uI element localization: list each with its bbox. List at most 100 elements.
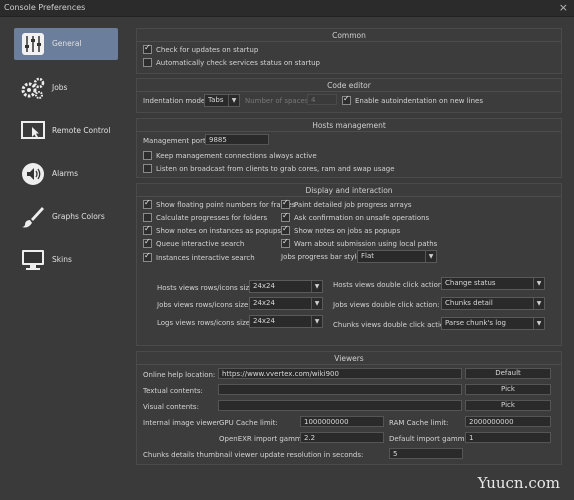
sidebar-item-label: General xyxy=(52,39,82,48)
checkbox-box[interactable] xyxy=(143,151,152,160)
queue-search-checkbox[interactable]: Queue interactive search xyxy=(143,237,244,248)
chevron-down-icon: ▼ xyxy=(533,278,544,289)
title-bar: Console Preferences × xyxy=(0,0,574,17)
exr-gamma-label: OpenEXR import gamma: xyxy=(219,435,309,443)
default-button[interactable]: Default xyxy=(465,368,551,379)
spaces-label: Number of spaces: xyxy=(245,97,311,105)
default-gamma-input[interactable]: 1 xyxy=(465,432,551,443)
auto-indent-checkbox[interactable]: Enable autoindentation on new lines xyxy=(342,94,483,105)
jobs-size-label: Jobs views rows/icons size: xyxy=(157,301,251,309)
select-value: Flat xyxy=(361,252,375,260)
bar-style-select[interactable]: Flat ▼ xyxy=(357,250,437,263)
sidebar-item-remote-control[interactable]: Remote Control xyxy=(14,115,118,147)
checkbox-box[interactable] xyxy=(281,198,290,209)
chunks-dblclick-select[interactable]: Parse chunk's log ▼ xyxy=(441,317,545,330)
jobs-size-select[interactable]: 24x24 ▼ xyxy=(249,297,323,310)
checkbox-box[interactable] xyxy=(143,164,152,173)
checkbox-box[interactable] xyxy=(143,251,152,262)
sidebar-item-jobs[interactable]: Jobs xyxy=(14,72,118,104)
spaces-input[interactable]: 4 xyxy=(307,94,337,105)
sidebar-item-label: Skins xyxy=(52,255,72,264)
warn-local-paths-checkbox[interactable]: Warn about submission using local paths xyxy=(281,237,438,248)
management-port-input[interactable]: 9885 xyxy=(205,134,269,145)
notes-jobs-popups-checkbox[interactable]: Show notes on jobs as popups xyxy=(281,224,401,235)
calc-progress-folders-checkbox[interactable]: Calculate progresses for folders xyxy=(143,213,267,222)
checkbox-box[interactable] xyxy=(143,237,152,248)
checkbox-box[interactable] xyxy=(143,213,152,222)
divider xyxy=(137,91,561,92)
sidebar-item-graphs-colors[interactable]: Graphs Colors xyxy=(14,201,118,233)
jobs-dblclick-select[interactable]: Chunks detail ▼ xyxy=(441,297,545,310)
checkbox-label: Paint detailed job progress arrays xyxy=(294,200,412,209)
checkbox-box[interactable] xyxy=(342,94,351,105)
instances-search-checkbox[interactable]: Instances interactive search xyxy=(143,251,255,262)
textual-contents-label: Textual contents: xyxy=(143,387,203,395)
sidebar-item-label: Remote Control xyxy=(52,126,111,135)
divider xyxy=(137,131,561,132)
jobs-dblclick-label: Jobs views double click action: xyxy=(333,301,440,309)
show-floating-frames-checkbox[interactable]: Show floating point numbers for frames xyxy=(143,198,295,209)
hosts-size-select[interactable]: 24x24 ▼ xyxy=(249,280,323,293)
sidebar-item-alarms[interactable]: Alarms xyxy=(14,158,118,190)
section-title: Display and interaction xyxy=(305,186,393,195)
hosts-dblclick-label: Hosts views double click action: xyxy=(333,281,445,289)
checkbox-box[interactable] xyxy=(143,43,152,54)
sidebar-item-general[interactable]: General xyxy=(14,28,118,60)
checkbox-box[interactable] xyxy=(281,211,290,222)
checkbox-box[interactable] xyxy=(281,224,290,235)
watermark: Yuucn.com xyxy=(477,474,560,492)
gears-icon xyxy=(21,77,45,99)
thumb-update-input[interactable]: 5 xyxy=(389,448,463,459)
chevron-down-icon: ▼ xyxy=(533,298,544,309)
select-value: Tabs xyxy=(208,96,224,104)
indentation-mode-label: Indentation mode: xyxy=(143,97,208,105)
hosts-dblclick-select[interactable]: Change status ▼ xyxy=(441,277,545,290)
checkbox-label: Show notes on jobs as popups xyxy=(294,226,401,235)
keep-connections-checkbox[interactable]: Keep management connections always activ… xyxy=(143,151,317,160)
checkbox-box[interactable] xyxy=(281,237,290,248)
check-services-checkbox[interactable]: Automatically check services status on s… xyxy=(143,58,320,67)
gpu-cache-input[interactable]: 1000000000 xyxy=(300,416,384,427)
notes-instances-popups-checkbox[interactable]: Show notes on instances as popups xyxy=(143,224,281,235)
textual-contents-input[interactable] xyxy=(218,384,462,395)
check-updates-checkbox[interactable]: Check for updates on startup xyxy=(143,43,258,54)
visual-contents-input[interactable] xyxy=(218,400,462,411)
display-interaction-section: Display and interaction Show floating po… xyxy=(136,183,562,346)
checkbox-box[interactable] xyxy=(143,224,152,235)
listen-broadcast-checkbox[interactable]: Listen on broadcast from clients to grab… xyxy=(143,164,395,173)
checkbox-box[interactable] xyxy=(143,198,152,209)
window-title: Console Preferences xyxy=(4,3,86,12)
chevron-down-icon: ▼ xyxy=(533,318,544,329)
management-port-label: Management port: xyxy=(143,137,209,145)
checkbox-label: Enable autoindentation on new lines xyxy=(355,96,483,105)
select-value: 24x24 xyxy=(253,299,275,307)
chevron-down-icon: ▼ xyxy=(311,298,322,309)
close-icon[interactable]: × xyxy=(559,1,568,14)
chevron-down-icon: ▼ xyxy=(311,316,322,327)
help-location-label: Online help location: xyxy=(143,371,216,379)
speaker-icon xyxy=(22,163,44,185)
help-location-input[interactable]: https://www.vvertex.com/wiki900 xyxy=(218,368,462,379)
visual-contents-label: Visual contents: xyxy=(143,403,199,411)
common-section: Common Check for updates on startup Auto… xyxy=(136,28,562,74)
default-gamma-label: Default import gamma: xyxy=(389,435,472,443)
sidebar-item-skins[interactable]: Skins xyxy=(14,244,118,276)
exr-gamma-input[interactable]: 2.2 xyxy=(300,432,384,443)
sidebar-item-label: Jobs xyxy=(52,83,68,92)
indentation-mode-select[interactable]: Tabs ▼ xyxy=(204,94,240,107)
paint-progress-arrays-checkbox[interactable]: Paint detailed job progress arrays xyxy=(281,198,412,209)
divider xyxy=(137,41,561,42)
ask-confirmation-checkbox[interactable]: Ask confirmation on unsafe operations xyxy=(281,211,429,222)
bar-style-label: Jobs progress bar style: xyxy=(281,253,364,261)
ram-cache-input[interactable]: 2000000000 xyxy=(465,416,551,427)
ram-cache-label: RAM Cache limit: xyxy=(389,419,449,427)
pick-textual-button[interactable]: Pick xyxy=(465,384,551,395)
viewers-section: Viewers Online help location: https://ww… xyxy=(136,351,562,465)
logs-size-select[interactable]: 24x24 ▼ xyxy=(249,315,323,328)
sidebar: General Jobs Remote Control Alarms Graph… xyxy=(12,26,122,486)
section-title: Common xyxy=(332,31,366,40)
checkbox-box[interactable] xyxy=(143,58,152,67)
checkbox-label: Instances interactive search xyxy=(156,253,255,262)
pick-visual-button[interactable]: Pick xyxy=(465,400,551,411)
checkbox-label: Warn about submission using local paths xyxy=(294,239,438,248)
